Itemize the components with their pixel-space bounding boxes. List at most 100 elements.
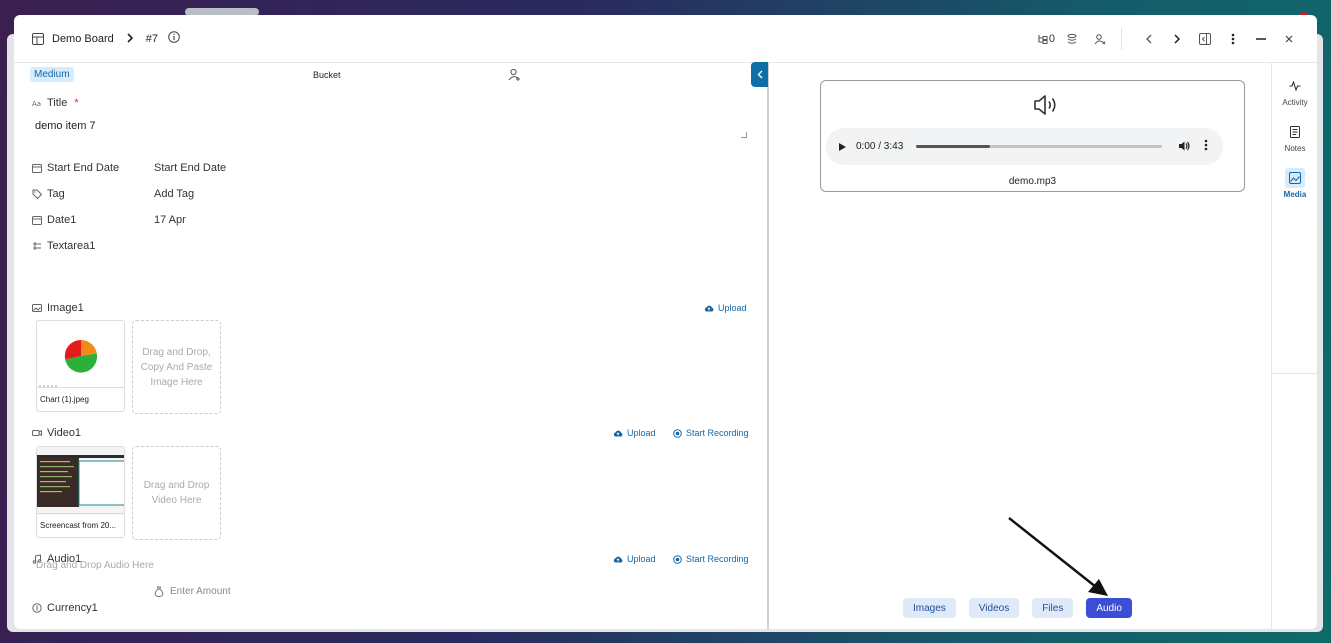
- speaker-icon: [1032, 93, 1060, 120]
- image-upload-button[interactable]: Upload: [704, 303, 747, 313]
- activity-icon: [1285, 76, 1305, 96]
- video-file-name: Screencast from 20...: [37, 513, 124, 537]
- tag-icon: [32, 189, 42, 199]
- media-panel: 0:00 / 3:43 demo.mp3 Images Videos Files…: [770, 63, 1271, 629]
- textarea1-label-text: Textarea1: [47, 240, 96, 252]
- board-icon: [31, 32, 45, 46]
- add-assignee-icon[interactable]: [508, 68, 521, 84]
- title-value: demo item 7: [35, 120, 96, 132]
- currency-placeholder: Enter Amount: [170, 586, 231, 597]
- rail-notes-label: Notes: [1284, 144, 1306, 153]
- cloud-upload-icon: [613, 430, 623, 437]
- coin-icon: [32, 603, 42, 613]
- audio-upload-button[interactable]: Upload: [613, 554, 656, 564]
- player-seek-bar[interactable]: [916, 145, 1162, 148]
- more-options-icon[interactable]: [1222, 28, 1244, 50]
- calendar-icon: [32, 163, 42, 173]
- volume-icon[interactable]: [1178, 140, 1190, 155]
- rail-activity[interactable]: Activity: [1272, 76, 1317, 107]
- currency1-label-text: Currency1: [47, 602, 98, 614]
- tab-images[interactable]: Images: [903, 598, 956, 618]
- chevron-right-icon: [1174, 34, 1181, 44]
- rail-notes[interactable]: Notes: [1272, 122, 1317, 153]
- next-item-button[interactable]: [1166, 28, 1188, 50]
- audio-file-name: demo.mp3: [1008, 176, 1057, 187]
- record-icon: [673, 428, 682, 438]
- side-rail: Activity Notes Media: [1271, 63, 1317, 629]
- title-label: Aa Title *: [32, 97, 79, 109]
- subtask-button[interactable]: 0: [1038, 28, 1055, 50]
- start-end-date-label: Start End Date: [32, 162, 119, 174]
- rail-media[interactable]: Media: [1272, 168, 1317, 199]
- panel-divider[interactable]: [767, 63, 769, 629]
- title-label-text: Title: [47, 97, 68, 109]
- subtask-icon: [1038, 35, 1048, 44]
- header-actions: 0: [1032, 15, 1300, 63]
- tag-label: Tag: [32, 188, 65, 200]
- player-more-icon[interactable]: [1204, 139, 1208, 154]
- breadcrumb: Demo Board #7: [31, 31, 180, 46]
- image-drop-zone[interactable]: Drag and Drop, Copy And Paste Image Here: [132, 320, 221, 414]
- previous-item-button[interactable]: [1138, 28, 1160, 50]
- tab-audio[interactable]: Audio: [1086, 598, 1132, 618]
- image-upload-label: Upload: [718, 303, 747, 313]
- image1-label-text: Image1: [47, 302, 84, 314]
- rail-activity-label: Activity: [1282, 98, 1308, 107]
- audio-drop-zone[interactable]: Drag and Drop Audio Here: [36, 560, 154, 571]
- currency-input[interactable]: Enter Amount: [154, 586, 231, 597]
- video-icon: [32, 428, 42, 438]
- title-input[interactable]: demo item 7: [30, 118, 749, 140]
- audio-card: 0:00 / 3:43 demo.mp3: [820, 80, 1245, 192]
- notes-icon: [1285, 122, 1305, 142]
- chevron-right-icon: [126, 32, 134, 46]
- video-upload-button[interactable]: Upload: [613, 428, 656, 438]
- assign-user-icon[interactable]: [1089, 28, 1111, 50]
- collapse-left-panel-button[interactable]: [751, 62, 768, 87]
- video1-label: Video1: [32, 427, 81, 439]
- minimize-icon[interactable]: [1250, 28, 1272, 50]
- video-start-recording-button[interactable]: Start Recording: [673, 428, 749, 438]
- resize-handle[interactable]: [741, 132, 747, 138]
- close-icon[interactable]: [1278, 28, 1300, 50]
- image-icon: [32, 303, 42, 313]
- tag-label-text: Tag: [47, 188, 65, 200]
- tab-videos[interactable]: Videos: [968, 598, 1020, 618]
- textarea1-label: Textarea1: [32, 240, 95, 252]
- priority-badge[interactable]: Medium: [30, 67, 74, 82]
- audio-upload-label: Upload: [627, 554, 656, 564]
- video1-label-text: Video1: [47, 427, 82, 439]
- audio-player: 0:00 / 3:43: [826, 128, 1223, 165]
- cloud-upload-icon: [704, 305, 714, 312]
- tab-files[interactable]: Files: [1032, 598, 1074, 618]
- svg-text:Aa: Aa: [32, 100, 41, 107]
- breadcrumb-board[interactable]: Demo Board: [52, 33, 114, 45]
- chevron-left-icon: [1146, 34, 1152, 44]
- video-drop-zone[interactable]: Drag and Drop Video Here: [132, 446, 221, 540]
- add-tag-button[interactable]: Add Tag: [154, 188, 194, 200]
- player-time: 0:00 / 3:43: [856, 141, 904, 152]
- bucket-selector[interactable]: Bucket: [313, 70, 341, 80]
- calendar-icon: [32, 215, 42, 225]
- video-start-recording-label: Start Recording: [686, 428, 749, 438]
- screencast-preview-image: [37, 447, 124, 515]
- info-icon[interactable]: [168, 31, 180, 46]
- video-thumbnail[interactable]: Screencast from 20...: [36, 446, 125, 538]
- required-marker: *: [74, 97, 79, 109]
- player-progress: [916, 145, 990, 148]
- toggle-panel-icon[interactable]: [1194, 28, 1216, 50]
- video-upload-label: Upload: [627, 428, 656, 438]
- date1-value[interactable]: 17 Apr: [154, 214, 186, 226]
- subtask-count: 0: [1048, 33, 1055, 45]
- play-icon[interactable]: [839, 142, 846, 151]
- start-end-date-label-text: Start End Date: [47, 162, 120, 174]
- item-detail-modal: Demo Board #7 0 Medium Bucket Aa Title *…: [14, 15, 1317, 629]
- media-tabs: Images Videos Files Audio: [903, 598, 1132, 618]
- date1-label: Date1: [32, 214, 76, 226]
- audio-start-recording-button[interactable]: Start Recording: [673, 554, 749, 564]
- cloud-upload-icon: [613, 556, 623, 563]
- start-end-date-value[interactable]: Start End Date: [154, 162, 226, 174]
- image-thumbnail[interactable]: Chart (1).jpeg: [36, 320, 125, 412]
- stack-icon[interactable]: [1061, 28, 1083, 50]
- image-file-name: Chart (1).jpeg: [37, 387, 124, 411]
- media-icon: [1285, 168, 1305, 188]
